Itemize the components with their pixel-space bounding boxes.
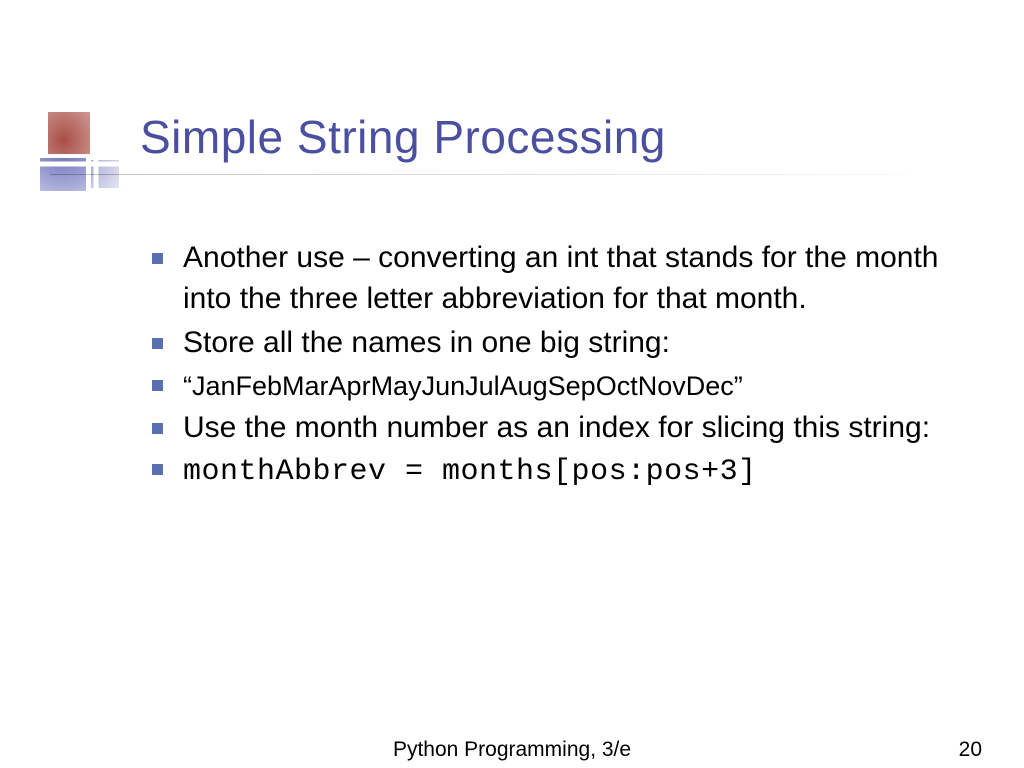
list-item: monthAbbrev = months[pos:pos+3] [152, 452, 964, 493]
slide-title: Simple String Processing [140, 110, 964, 164]
bullet-text: Another use – converting an int that sta… [183, 238, 964, 319]
footer-text: Python Programming, 3/e [393, 738, 631, 762]
list-item: Store all the names in one big string: [152, 323, 964, 364]
bullet-icon [152, 423, 163, 434]
bullet-icon [152, 253, 163, 264]
list-item: Another use – converting an int that sta… [152, 238, 964, 319]
bullet-text: Use the month number as an index for sli… [183, 408, 930, 449]
list-item: Use the month number as an index for sli… [152, 408, 964, 449]
bullet-icon [152, 464, 163, 475]
title-underline [50, 174, 910, 175]
bullet-list: Another use – converting an int that sta… [152, 238, 964, 497]
bullet-icon [152, 338, 163, 349]
slide-decoration [40, 112, 120, 202]
list-item: “JanFebMarAprMayJunJulAugSepOctNovDec” [152, 368, 964, 404]
bullet-text: “JanFebMarAprMayJunJulAugSepOctNovDec” [183, 368, 743, 404]
bullet-code: monthAbbrev = months[pos:pos+3] [183, 452, 757, 493]
bullet-text: Store all the names in one big string: [183, 323, 670, 364]
bullet-icon [152, 380, 163, 391]
page-number: 20 [959, 738, 982, 762]
